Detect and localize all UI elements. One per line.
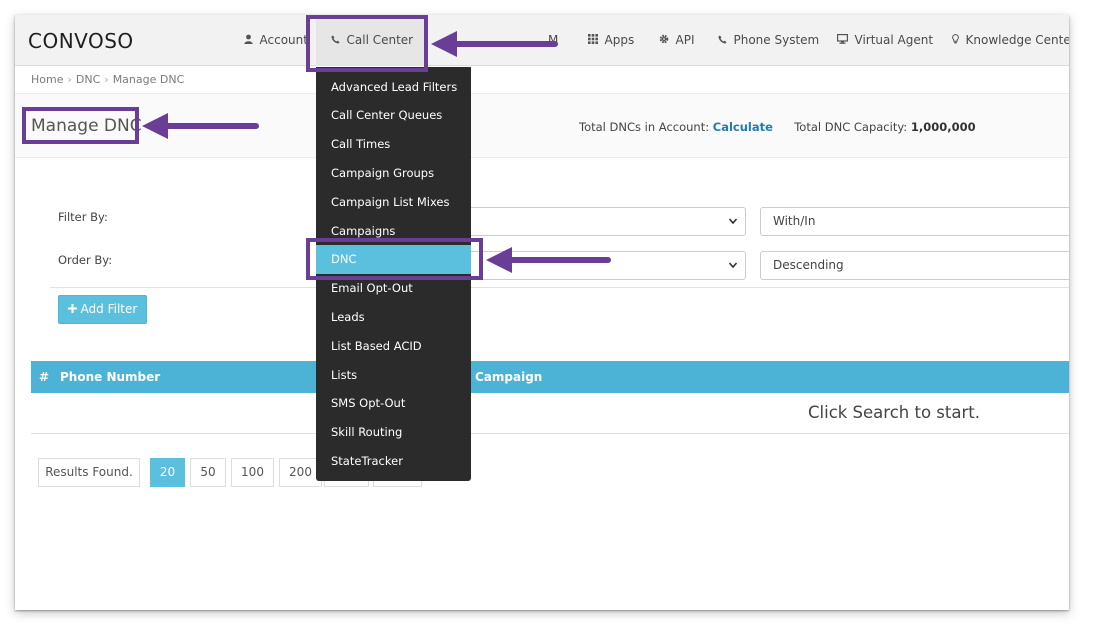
chevron-down-icon <box>728 208 738 246</box>
menu-item-lists[interactable]: Lists <box>316 361 471 390</box>
annotation-box-call-center <box>306 15 428 72</box>
annotation-arrow-icon <box>486 247 611 273</box>
nav-virtual-agent[interactable]: Virtual Agent <box>837 15 933 66</box>
filter-condition-value: With/In <box>773 214 816 228</box>
add-filter-button[interactable]: Add Filter <box>58 295 147 324</box>
breadcrumb-dnc[interactable]: DNC <box>76 73 100 86</box>
nav-account[interactable]: Account <box>244 15 308 66</box>
nav-api-label: API <box>675 33 695 47</box>
page-size-20[interactable]: 20 <box>150 458 185 487</box>
breadcrumb-home[interactable]: Home <box>31 73 63 86</box>
filter-field-select[interactable] <box>455 207 746 236</box>
annotation-arrow-icon <box>142 113 259 139</box>
divider <box>50 287 1069 288</box>
filter-by-label: Filter By: <box>58 210 108 224</box>
app-window: CONVOSO Account Call Center M Apps API P… <box>15 15 1069 610</box>
menu-item-call-times[interactable]: Call Times <box>316 130 471 159</box>
nav-knowledge-center[interactable]: Knowledge Center <box>952 15 1069 66</box>
empty-state-message: Click Search to start. <box>808 403 980 422</box>
menu-item-statetracker[interactable]: StateTracker <box>316 447 471 476</box>
page-size-50[interactable]: 50 <box>190 458 226 487</box>
monitor-icon <box>837 34 852 47</box>
table-bottom-border <box>31 433 1069 434</box>
nav-knowledge-center-label: Knowledge Center <box>965 33 1070 47</box>
menu-item-campaign-list-mixes[interactable]: Campaign List Mixes <box>316 188 471 217</box>
menu-item-call-center-queues[interactable]: Call Center Queues <box>316 101 471 130</box>
order-direction-value: Descending <box>773 258 844 272</box>
gear-icon <box>659 34 673 47</box>
annotation-arrow-icon <box>431 31 558 57</box>
plus-icon <box>67 302 81 316</box>
column-header-campaign[interactable]: Campaign <box>475 370 542 384</box>
dnc-stats: Total DNCs in Account: Calculate Total D… <box>579 120 976 134</box>
nav-apps-label: Apps <box>604 33 635 47</box>
nav-api[interactable]: API <box>659 15 694 66</box>
results-found-label: Results Found. <box>38 458 140 487</box>
capacity-label: Total DNC Capacity: <box>794 120 908 134</box>
phone-icon <box>718 34 731 47</box>
nav-account-label: Account <box>259 33 308 47</box>
breadcrumb-separator: › <box>104 73 109 86</box>
menu-item-advanced-lead-filters[interactable]: Advanced Lead Filters <box>316 73 471 102</box>
grid-icon <box>588 34 602 47</box>
total-dncs-label: Total DNCs in Account: <box>579 120 710 134</box>
breadcrumb-current: Manage DNC <box>112 73 185 86</box>
order-by-label: Order By: <box>58 253 113 267</box>
nav-phone-system-label: Phone System <box>733 33 820 47</box>
menu-item-campaign-groups[interactable]: Campaign Groups <box>316 159 471 188</box>
breadcrumb: Home › DNC › Manage DNC <box>31 73 184 86</box>
lightbulb-icon <box>952 34 963 47</box>
menu-item-leads[interactable]: Leads <box>316 303 471 332</box>
nav-phone-system[interactable]: Phone System <box>718 15 819 66</box>
menu-item-sms-opt-out[interactable]: SMS Opt-Out <box>316 389 471 418</box>
page-size-100[interactable]: 100 <box>231 458 274 487</box>
filter-condition-select[interactable]: With/In <box>760 207 1069 236</box>
menu-item-skill-routing[interactable]: Skill Routing <box>316 418 471 447</box>
column-header-index[interactable]: # <box>39 370 49 384</box>
annotation-box-page-title <box>22 107 139 144</box>
capacity-value: 1,000,000 <box>910 120 976 134</box>
nav-apps[interactable]: Apps <box>588 15 634 66</box>
order-direction-select[interactable]: Descending <box>760 251 1069 280</box>
menu-item-list-based-acid[interactable]: List Based ACID <box>316 332 471 361</box>
calculate-link[interactable]: Calculate <box>713 120 773 134</box>
annotation-box-dnc <box>306 238 483 280</box>
chevron-down-icon <box>728 252 738 290</box>
breadcrumb-separator: › <box>67 73 72 86</box>
nav-virtual-agent-label: Virtual Agent <box>854 33 934 47</box>
results-table-header: # Phone Number Campaign <box>31 361 1069 393</box>
add-filter-label: Add Filter <box>80 302 138 316</box>
convoso-logo[interactable]: CONVOSO <box>28 29 134 53</box>
user-icon <box>244 34 257 47</box>
column-header-phone-number[interactable]: Phone Number <box>60 370 160 384</box>
